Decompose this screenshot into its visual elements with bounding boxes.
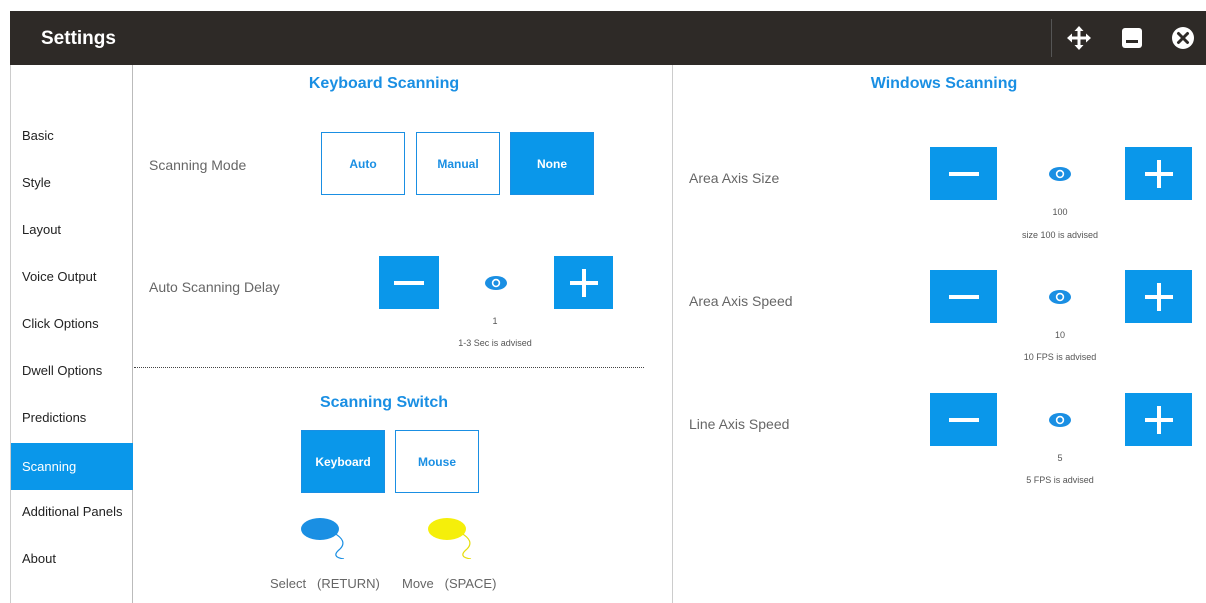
sidebar-item-predictions[interactable]: Predictions <box>11 394 133 441</box>
delay-hint: 1-3 Sec is advised <box>458 338 532 348</box>
scanning-switch-heading: Scanning Switch <box>319 394 448 411</box>
select-key: (RETURN) <box>316 576 380 591</box>
eye-icon <box>1047 164 1073 184</box>
delay-increase-button[interactable] <box>554 256 613 309</box>
title-bar: Settings <box>10 11 1206 65</box>
sidebar-item-label: Basic <box>22 128 54 143</box>
move-key: (SPACE) <box>444 576 497 591</box>
sidebar-item-label: Click Options <box>22 316 99 331</box>
line-axis-speed-decrease-button[interactable] <box>930 393 997 446</box>
mode-auto-button[interactable]: Auto <box>321 132 405 195</box>
eye-icon <box>1047 410 1073 430</box>
minus-icon <box>394 280 424 285</box>
sidebar-item-click-options[interactable]: Click Options <box>11 300 133 347</box>
area-axis-speed-increase-button[interactable] <box>1125 270 1192 323</box>
minus-icon <box>948 294 979 299</box>
window-title: Settings <box>41 28 116 49</box>
sidebar-item-label: Voice Output <box>22 269 97 284</box>
plus-icon <box>1144 159 1173 188</box>
area-axis-speed-decrease-button[interactable] <box>930 270 997 323</box>
area-axis-size-hint: size 100 is advised <box>1021 230 1099 240</box>
section-divider <box>134 367 644 368</box>
minimize-icon[interactable] <box>1117 23 1147 53</box>
select-legend: Select (RETURN) <box>270 576 380 591</box>
sidebar-item-dwell-options[interactable]: Dwell Options <box>11 347 133 394</box>
move-switch-icon <box>428 518 472 559</box>
area-axis-speed-hint: 10 FPS is advised <box>1023 352 1097 362</box>
settings-body: Basic Style Layout Voice Output Click Op… <box>10 65 1206 603</box>
windows-scanning-panel: Windows Scanning Area Axis Size 100 size… <box>674 65 1206 603</box>
sidebar-item-label: Dwell Options <box>22 363 103 378</box>
delay-value: 1 <box>492 316 498 326</box>
close-icon[interactable] <box>1168 23 1198 53</box>
switch-keyboard-button[interactable]: Keyboard <box>301 430 385 493</box>
sidebar-item-label: Additional Panels <box>22 504 123 519</box>
move-legend: Move (SPACE) <box>402 576 496 591</box>
select-switch-icon <box>301 518 345 559</box>
eye-icon <box>483 273 509 293</box>
sidebar: Basic Style Layout Voice Output Click Op… <box>11 65 133 603</box>
sidebar-item-label: Scanning <box>22 459 77 474</box>
sidebar-item-voice-output[interactable]: Voice Output <box>11 253 133 300</box>
sidebar-item-label: Style <box>22 175 51 190</box>
delay-decrease-button[interactable] <box>379 256 439 309</box>
sidebar-item-label: Layout <box>22 222 62 237</box>
line-axis-speed-value: 5 <box>1057 453 1063 463</box>
sidebar-item-label: About <box>22 551 56 566</box>
plus-icon <box>1144 282 1173 311</box>
titlebar-divider <box>1051 19 1052 57</box>
sidebar-item-label: Predictions <box>22 410 87 425</box>
area-axis-speed-value: 10 <box>1054 330 1065 340</box>
line-axis-speed-hint: 5 FPS is advised <box>1026 475 1094 485</box>
scanning-mode-label: Scanning Mode <box>149 157 247 173</box>
sidebar-item-about[interactable]: About <box>11 535 133 582</box>
minus-icon <box>948 171 979 176</box>
sidebar-item-scanning[interactable]: Scanning <box>11 443 133 490</box>
area-axis-size-decrease-button[interactable] <box>930 147 997 200</box>
select-label: Select <box>270 576 307 591</box>
area-axis-speed-label: Area Axis Speed <box>689 293 793 309</box>
line-axis-speed-label: Line Axis Speed <box>689 416 790 432</box>
sidebar-item-basic[interactable]: Basic <box>11 112 133 159</box>
switch-mouse-button[interactable]: Mouse <box>395 430 479 493</box>
minus-icon <box>948 417 979 422</box>
sidebar-item-style[interactable]: Style <box>11 159 133 206</box>
sidebar-item-layout[interactable]: Layout <box>11 206 133 253</box>
move-label: Move <box>402 576 434 591</box>
eye-icon <box>1047 287 1073 307</box>
area-axis-size-increase-button[interactable] <box>1125 147 1192 200</box>
area-axis-size-value: 100 <box>1052 207 1068 217</box>
plus-icon <box>1144 405 1173 434</box>
line-axis-speed-increase-button[interactable] <box>1125 393 1192 446</box>
sidebar-item-additional-panels[interactable]: Additional Panels <box>11 488 133 535</box>
keyboard-scanning-heading: Keyboard Scanning <box>308 75 460 92</box>
mode-manual-button[interactable]: Manual <box>416 132 500 195</box>
plus-icon <box>569 268 598 297</box>
auto-scanning-delay-label: Auto Scanning Delay <box>149 279 280 295</box>
windows-scanning-heading: Windows Scanning <box>870 75 1018 92</box>
keyboard-scanning-panel: Keyboard Scanning Scanning Mode Auto Man… <box>134 65 673 603</box>
mode-none-button[interactable]: None <box>510 132 594 195</box>
move-icon[interactable] <box>1064 23 1094 53</box>
area-axis-size-label: Area Axis Size <box>689 170 780 186</box>
